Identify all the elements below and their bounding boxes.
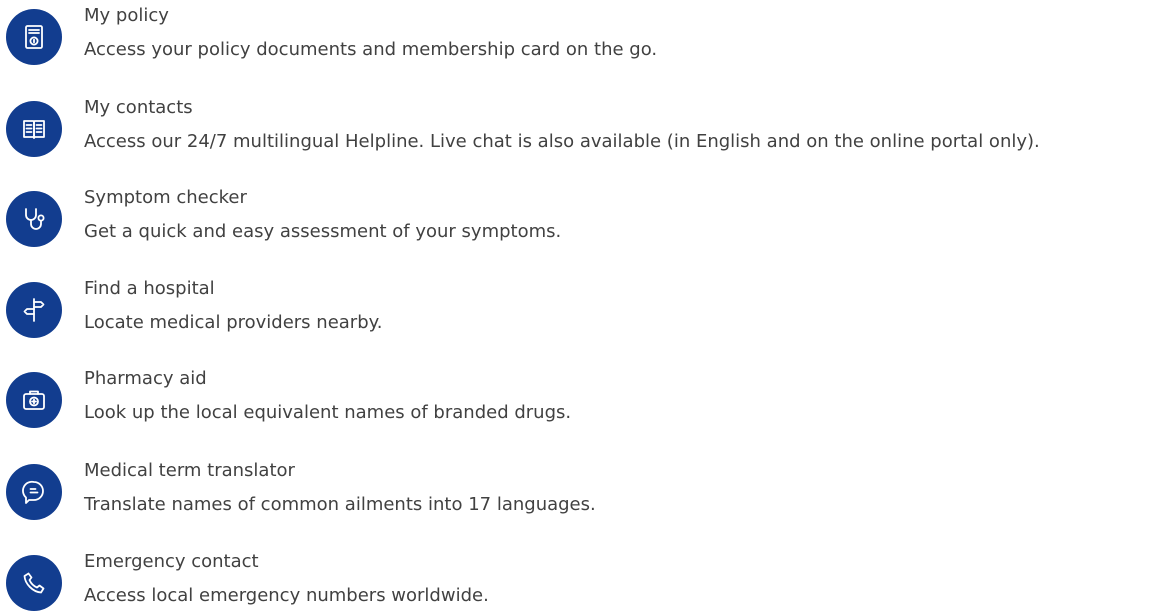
feature-title: Symptom checker bbox=[84, 187, 247, 208]
speech-bubble-icon bbox=[6, 464, 62, 520]
feature-description: Access our 24/7 multilingual Helpline. L… bbox=[84, 131, 1040, 152]
phone-icon bbox=[6, 555, 62, 611]
feature-title: Emergency contact bbox=[84, 551, 259, 572]
feature-description: Access local emergency numbers worldwide… bbox=[84, 585, 489, 606]
feature-item-symptom-checker[interactable]: Symptom checker Get a quick and easy ass… bbox=[0, 182, 1149, 247]
feature-description: Access your policy documents and members… bbox=[84, 39, 658, 60]
feature-item-my-contacts[interactable]: My contacts Access our 24/7 multilingual… bbox=[0, 92, 1149, 157]
feature-item-find-a-hospital[interactable]: Find a hospital Locate medical providers… bbox=[0, 273, 1149, 338]
feature-description: Get a quick and easy assessment of your … bbox=[84, 221, 562, 242]
feature-title: Pharmacy aid bbox=[84, 368, 207, 389]
policy-document-icon bbox=[6, 9, 62, 65]
feature-title: Medical term translator bbox=[84, 460, 295, 481]
feature-item-emergency-contact[interactable]: Emergency contact Access local emergency… bbox=[0, 546, 1149, 611]
feature-item-pharmacy-aid[interactable]: Pharmacy aid Look up the local equivalen… bbox=[0, 363, 1149, 428]
feature-description: Translate names of common ailments into … bbox=[84, 494, 596, 515]
feature-title: Find a hospital bbox=[84, 278, 215, 299]
feature-title: My contacts bbox=[84, 97, 193, 118]
contact-book-icon bbox=[6, 101, 62, 157]
feature-item-medical-term-translator[interactable]: Medical term translator Translate names … bbox=[0, 455, 1149, 520]
feature-item-my-policy[interactable]: My policy Access your policy documents a… bbox=[0, 0, 1149, 65]
feature-description: Look up the local equivalent names of br… bbox=[84, 402, 572, 423]
signpost-icon bbox=[6, 282, 62, 338]
stethoscope-icon bbox=[6, 191, 62, 247]
feature-title: My policy bbox=[84, 5, 169, 26]
feature-description: Locate medical providers nearby. bbox=[84, 312, 383, 333]
medical-kit-icon bbox=[6, 372, 62, 428]
